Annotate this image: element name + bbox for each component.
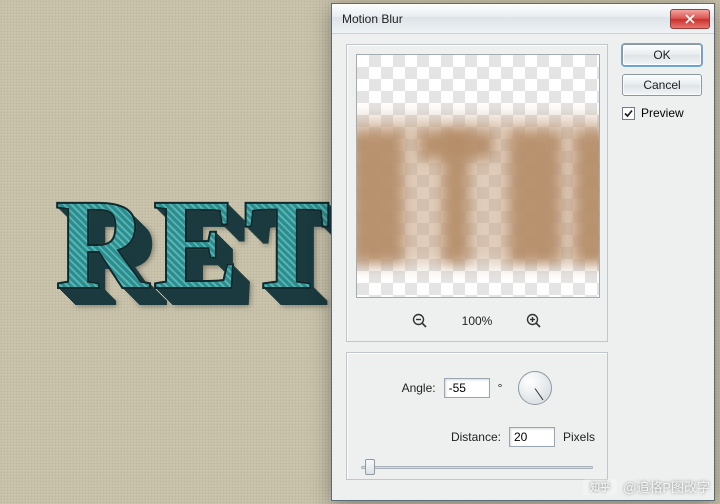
zoom-level: 100% <box>462 314 493 328</box>
angle-dial[interactable] <box>518 371 552 405</box>
motion-blur-dialog: Motion Blur <box>331 3 715 501</box>
parameters-group: Angle: ° Distance: Pixels <box>346 352 608 480</box>
dialog-titlebar[interactable]: Motion Blur <box>332 4 714 34</box>
distance-unit: Pixels <box>563 430 595 444</box>
close-button[interactable] <box>670 9 710 29</box>
zoom-in-icon[interactable] <box>526 313 542 329</box>
watermark-text: @追格P图改字 <box>623 477 710 496</box>
preview-glyph <box>575 131 600 263</box>
checkmark-icon <box>623 108 634 119</box>
ok-button[interactable]: OK <box>622 44 702 66</box>
preview-group: 100% <box>346 44 608 342</box>
distance-row: Distance: Pixels <box>347 427 607 447</box>
zoom-out-icon[interactable] <box>412 313 428 329</box>
dialog-right-column: OK Cancel Preview <box>622 44 702 120</box>
preview-glyph <box>509 131 561 263</box>
dialog-title: Motion Blur <box>342 12 403 26</box>
preview-checkbox-label: Preview <box>641 106 684 120</box>
preview-image[interactable] <box>356 54 600 298</box>
retro-text-front: RET <box>55 180 334 310</box>
photoshop-canvas: RET RET Motion Blur <box>0 0 720 504</box>
preview-checkbox[interactable] <box>622 107 635 120</box>
distance-slider[interactable] <box>361 457 593 477</box>
preview-checkbox-row[interactable]: Preview <box>622 106 702 120</box>
angle-label: Angle: <box>402 381 436 395</box>
angle-input[interactable] <box>444 378 490 398</box>
angle-row: Angle: ° <box>347 371 607 405</box>
preview-glyph <box>356 131 403 263</box>
close-icon <box>684 14 696 24</box>
preview-glyph <box>443 131 469 263</box>
slider-thumb[interactable] <box>365 459 375 475</box>
angle-unit: ° <box>498 381 503 395</box>
slider-track <box>361 466 593 469</box>
dialog-body: 100% Angle: ° Distance: <box>332 34 714 500</box>
zoom-controls: 100% <box>347 307 607 335</box>
distance-input[interactable] <box>509 427 555 447</box>
watermark: 知乎 @追格P图改字 <box>583 477 710 496</box>
distance-label: Distance: <box>451 430 501 444</box>
window-buttons <box>670 9 712 29</box>
zhihu-badge: 知乎 <box>583 479 617 495</box>
cancel-button[interactable]: Cancel <box>622 74 702 96</box>
